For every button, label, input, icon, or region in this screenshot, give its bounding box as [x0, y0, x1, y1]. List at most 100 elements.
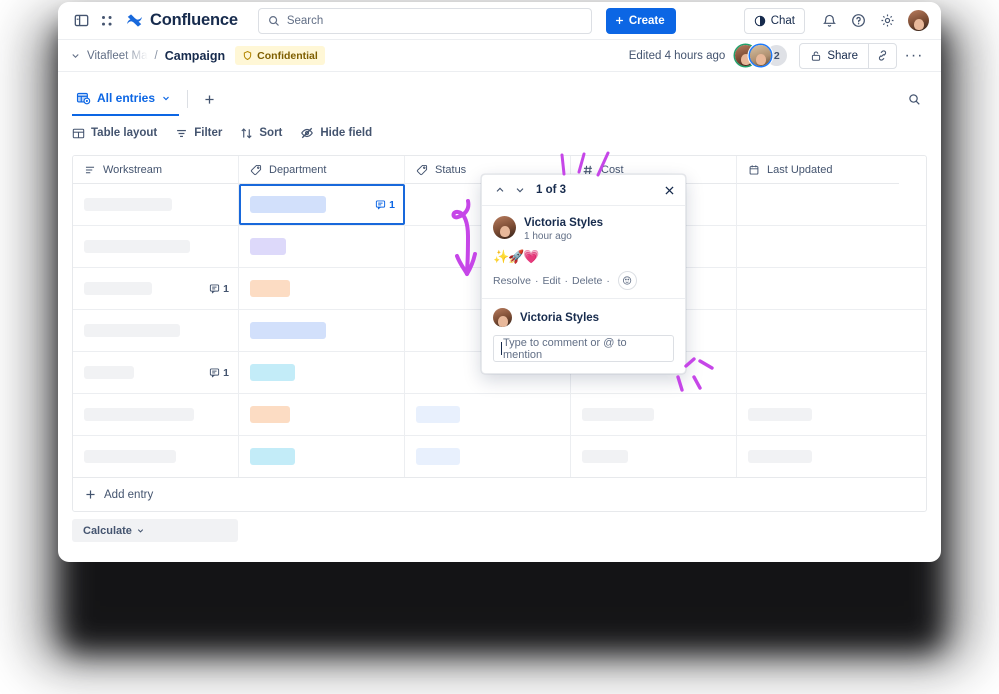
- hide-field-button[interactable]: Hide field: [300, 126, 372, 140]
- comment-popup: 1 of 3 Victoria Styles 1 hour ago ✨🚀💗 Re…: [481, 174, 686, 375]
- comment-count-badge[interactable]: 1: [209, 367, 229, 379]
- create-button[interactable]: Create: [605, 7, 676, 34]
- search-input[interactable]: Search: [257, 7, 592, 34]
- breadcrumb-space[interactable]: Vitafleet Ma: [87, 50, 148, 62]
- text-lines-icon: [85, 166, 95, 173]
- cell-last-updated[interactable]: [737, 268, 899, 309]
- plus-icon: [86, 490, 95, 499]
- gear-icon[interactable]: [874, 8, 900, 34]
- avatar[interactable]: [493, 216, 516, 239]
- edit-action[interactable]: Edit: [542, 275, 560, 287]
- cell-workstream[interactable]: [73, 184, 239, 225]
- table-search-button[interactable]: [901, 86, 927, 112]
- previous-comment-button[interactable]: [493, 183, 507, 197]
- sort-button[interactable]: Sort: [240, 127, 282, 140]
- cell-cost[interactable]: [571, 394, 737, 435]
- calendar-icon: [749, 164, 759, 175]
- search-icon: [908, 93, 920, 105]
- cell-last-updated[interactable]: [737, 310, 899, 351]
- resolve-action[interactable]: Resolve: [493, 275, 531, 287]
- department-pill: [250, 406, 290, 423]
- confluence-logo[interactable]: Confluence: [126, 11, 238, 30]
- comment-count-badge[interactable]: 1: [375, 199, 395, 211]
- column-label: Workstream: [103, 163, 163, 176]
- cell-workstream[interactable]: [73, 310, 239, 351]
- chevron-down-icon[interactable]: [70, 50, 81, 61]
- comment-count-badge[interactable]: 1: [209, 283, 229, 295]
- cell-status[interactable]: [405, 394, 571, 435]
- reply-author-name: Victoria Styles: [520, 311, 600, 324]
- cell-workstream[interactable]: 1: [73, 352, 239, 393]
- cell-department[interactable]: [239, 310, 405, 351]
- column-header-department[interactable]: Department: [239, 156, 405, 184]
- column-header-workstream[interactable]: Workstream: [73, 156, 239, 184]
- chat-button[interactable]: Chat: [743, 7, 805, 34]
- cell-status[interactable]: [405, 436, 571, 477]
- plus-icon: [204, 94, 214, 104]
- cell-last-updated[interactable]: [737, 352, 899, 393]
- table-icon: [72, 128, 85, 138]
- collaborator-facepile[interactable]: 2: [735, 45, 788, 66]
- comment-popup-header: 1 of 3: [482, 175, 685, 206]
- add-view-button[interactable]: [198, 88, 220, 110]
- edited-timestamp: Edited 4 hours ago: [628, 49, 726, 62]
- column-label: Department: [269, 163, 327, 176]
- chevron-down-icon: [163, 96, 169, 101]
- next-comment-button[interactable]: [513, 183, 527, 197]
- filter-button[interactable]: Filter: [175, 127, 222, 140]
- column-header-last-updated[interactable]: Last Updated: [737, 156, 899, 184]
- global-navigation-bar: Confluence Search Create Chat: [58, 2, 941, 40]
- close-x-icon: [665, 185, 674, 195]
- department-pill: [250, 196, 326, 213]
- table-row[interactable]: [73, 394, 926, 436]
- screenshot-stage: Confluence Search Create Chat Vitafleet …: [0, 0, 999, 694]
- add-entry-button[interactable]: Add entry: [73, 477, 926, 511]
- department-pill: [250, 238, 286, 255]
- cell-workstream[interactable]: [73, 226, 239, 267]
- department-pill: [250, 448, 295, 465]
- cell-department[interactable]: [239, 268, 405, 309]
- breadcrumb-current-page[interactable]: Campaign: [165, 49, 225, 63]
- cell-workstream[interactable]: 1: [73, 268, 239, 309]
- sidebar-toggle-icon[interactable]: [68, 8, 94, 34]
- close-icon[interactable]: [663, 184, 676, 197]
- cell-cost[interactable]: [571, 436, 737, 477]
- add-reaction-icon[interactable]: [617, 271, 637, 291]
- search-placeholder: Search: [286, 14, 324, 27]
- tab-all-entries[interactable]: All entries: [72, 82, 180, 116]
- calculate-dropdown[interactable]: Calculate: [72, 519, 238, 542]
- table-layout-button[interactable]: Table layout: [72, 127, 157, 140]
- cell-department[interactable]: [239, 352, 405, 393]
- cell-last-updated[interactable]: [737, 226, 899, 267]
- filter-icon: [177, 129, 187, 137]
- cell-department[interactable]: [239, 226, 405, 267]
- question-circle-icon[interactable]: [845, 8, 871, 34]
- cell-last-updated[interactable]: [737, 436, 899, 477]
- status-badge-confidential[interactable]: Confidential: [235, 46, 325, 65]
- comment-timestamp: 1 hour ago: [524, 231, 572, 243]
- cell-department[interactable]: [239, 394, 405, 435]
- tool-label: Filter: [194, 127, 223, 139]
- delete-action[interactable]: Delete: [572, 275, 602, 287]
- calculate-label: Calculate: [83, 524, 132, 537]
- cell-value-placeholder: [748, 408, 812, 421]
- bell-icon[interactable]: [816, 8, 842, 34]
- cell-last-updated[interactable]: [737, 394, 899, 435]
- more-horizontal-icon[interactable]: ···: [901, 43, 927, 69]
- action-separator: ·: [606, 274, 610, 287]
- status-pill: [416, 448, 460, 465]
- share-button[interactable]: Share: [800, 44, 868, 68]
- confluence-mark-icon: [127, 14, 142, 27]
- link-icon[interactable]: [868, 43, 896, 68]
- tag-icon: [416, 164, 428, 175]
- cell-department[interactable]: [239, 436, 405, 477]
- avatar[interactable]: [493, 308, 512, 328]
- table-row[interactable]: [73, 436, 926, 477]
- comment-reply-input[interactable]: Type to comment or @ to mention: [493, 335, 674, 363]
- cell-department[interactable]: 1: [239, 184, 405, 225]
- cell-last-updated[interactable]: [737, 184, 899, 225]
- profile-avatar[interactable]: [908, 10, 929, 31]
- cell-workstream[interactable]: [73, 394, 239, 435]
- app-switcher-icon[interactable]: [94, 8, 120, 34]
- cell-workstream[interactable]: [73, 436, 239, 477]
